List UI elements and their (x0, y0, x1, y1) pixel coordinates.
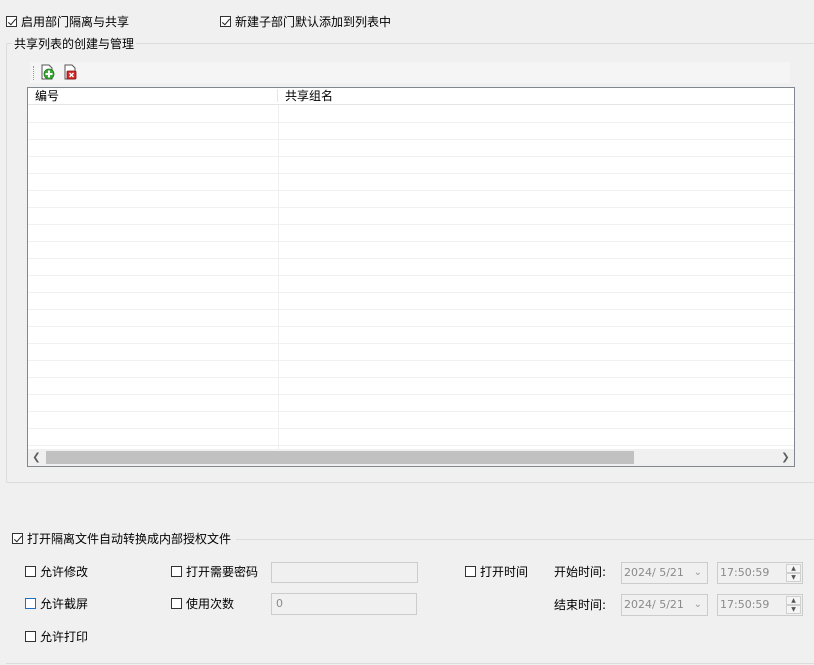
bottom-divider (6, 663, 814, 664)
list-header: 编号 共享组名 (28, 88, 794, 105)
spin-up-icon[interactable]: ▲ (786, 596, 801, 605)
add-new-subdept-label: 新建子部门默认添加到列表中 (235, 15, 392, 29)
start-time-label: 开始时间: (554, 565, 607, 579)
end-time-value: 17:50:59 (720, 598, 770, 611)
spin-down-icon[interactable]: ▼ (786, 573, 801, 582)
end-date-value: 2024/ 5/21 (624, 598, 684, 611)
chevron-down-icon[interactable]: ⌄ (694, 595, 702, 615)
allow-screenshot-label: 允许截屏 (40, 597, 89, 611)
empty-grid-row (28, 275, 794, 293)
chevron-down-icon[interactable]: ⌄ (694, 563, 702, 583)
empty-grid-row (28, 292, 794, 310)
delete-icon[interactable] (62, 64, 78, 80)
empty-grid-row (28, 326, 794, 344)
empty-grid-row (28, 139, 794, 157)
spin-up-icon[interactable]: ▲ (786, 564, 801, 573)
empty-grid-row (28, 360, 794, 378)
scroll-right-icon[interactable]: ❯ (777, 449, 794, 466)
share-toolbar (30, 62, 790, 83)
empty-grid-row (28, 309, 794, 327)
password-field[interactable] (271, 562, 418, 583)
allow-screenshot-checkbox[interactable] (25, 598, 36, 609)
empty-grid-row (28, 428, 794, 446)
open-time-label: 打开时间 (480, 565, 529, 579)
start-time-value: 17:50:59 (720, 566, 770, 579)
enable-isolation-label: 启用部门隔离与共享 (21, 15, 130, 29)
enable-isolation-checkbox[interactable] (6, 16, 17, 27)
use-count-field[interactable]: 0 (271, 593, 417, 615)
start-time-field[interactable]: 17:50:59 ▲ ▼ (717, 562, 803, 584)
empty-grid-row (28, 394, 794, 412)
empty-grid-row (28, 224, 794, 242)
allow-print-checkbox[interactable] (25, 631, 36, 642)
share-group-title: 共享列表的创建与管理 (12, 37, 137, 51)
use-count-checkbox[interactable] (171, 598, 182, 609)
empty-grid-row (28, 343, 794, 361)
end-date-picker[interactable]: 2024/ 5/21 ⌄ (621, 594, 708, 616)
share-list[interactable]: 编号 共享组名 ❮ ❯ (27, 87, 795, 467)
allow-print-label: 允许打印 (40, 630, 89, 644)
spin-down-icon[interactable]: ▼ (786, 605, 801, 614)
empty-grid-row (28, 377, 794, 395)
scroll-thumb[interactable] (46, 451, 634, 464)
empty-grid-row (28, 122, 794, 140)
allow-edit-label: 允许修改 (40, 565, 89, 579)
horizontal-scrollbar[interactable]: ❮ ❯ (28, 449, 794, 466)
start-date-picker[interactable]: 2024/ 5/21 ⌄ (621, 562, 708, 584)
convert-divider (236, 539, 814, 540)
end-time-label: 结束时间: (554, 598, 607, 612)
empty-grid-row (28, 105, 794, 123)
allow-edit-checkbox[interactable] (25, 566, 36, 577)
require-password-checkbox[interactable] (171, 566, 182, 577)
start-date-value: 2024/ 5/21 (624, 566, 684, 579)
empty-grid-row (28, 258, 794, 276)
empty-grid-row (28, 207, 794, 225)
scroll-left-icon[interactable]: ❮ (28, 449, 45, 466)
convert-checkbox[interactable] (12, 533, 23, 544)
column-header-name[interactable]: 共享组名 (285, 89, 333, 103)
empty-grid-row (28, 156, 794, 174)
add-new-subdept-checkbox[interactable] (220, 16, 231, 27)
require-password-label: 打开需要密码 (186, 565, 259, 579)
empty-grid-row (28, 241, 794, 259)
column-separator[interactable] (277, 89, 278, 102)
empty-grid-row (28, 190, 794, 208)
convert-label: 打开隔离文件自动转换成内部授权文件 (27, 532, 232, 546)
column-header-id[interactable]: 编号 (35, 89, 59, 103)
add-icon[interactable] (39, 64, 55, 80)
empty-grid-row (28, 411, 794, 429)
toolbar-grip (33, 66, 36, 80)
use-count-label: 使用次数 (186, 597, 235, 611)
open-time-checkbox[interactable] (465, 566, 476, 577)
end-time-field[interactable]: 17:50:59 ▲ ▼ (717, 594, 803, 616)
empty-grid-row (28, 173, 794, 191)
